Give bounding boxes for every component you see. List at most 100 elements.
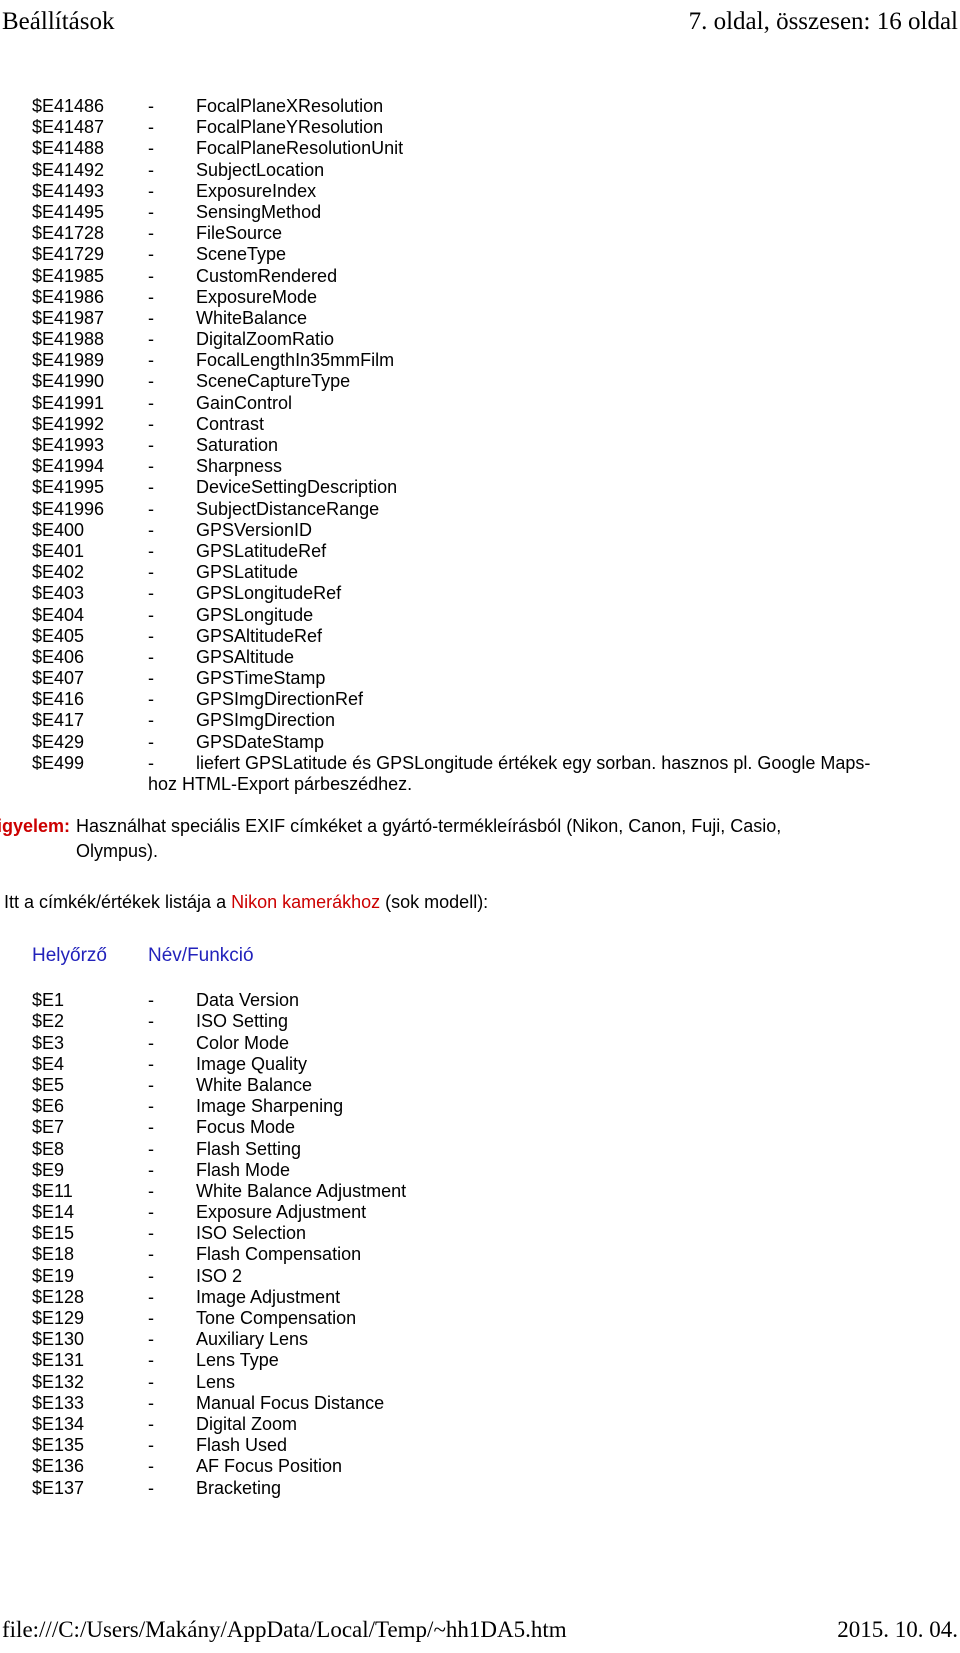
tag-code: $E41495 (32, 201, 105, 222)
tag-code: $E41985 (32, 265, 105, 286)
tag-row: $E3 - Color Mode (0, 1033, 960, 1054)
nikon-tag-list: $E1 - Data Version $E2 - ISO Setting $E3 - Color… (0, 990, 960, 1499)
tag-code: $E132 (32, 1371, 85, 1392)
tag-row: $E134 - Digital Zoom (0, 1414, 960, 1435)
tag-name: Sharpness (196, 456, 283, 477)
tag-separator: - (148, 604, 154, 625)
tag-row: $E400 - GPSVersionID (0, 520, 960, 541)
tag-code: $E131 (32, 1350, 85, 1371)
tag-row: $E7 - Focus Mode (0, 1117, 960, 1138)
tag-name: GPSImgDirectionRef (196, 689, 364, 710)
tag-name: GPSTimeStamp (196, 668, 326, 689)
tag-separator: - (148, 413, 154, 434)
tag-separator: - (148, 371, 154, 392)
tag-name: GPSLatitude (196, 562, 299, 583)
tag-name: FocalPlaneResolutionUnit (196, 138, 404, 159)
tag-name: Manual Focus Distance (196, 1392, 385, 1413)
tag-name: GPSAltitudeRef (196, 625, 323, 646)
tag-row: $E129 - Tone Compensation (0, 1308, 960, 1329)
tag-separator: - (148, 562, 154, 583)
tag-separator: - (148, 329, 154, 350)
tag-separator: - (148, 1202, 154, 1223)
tag-code: $E128 (32, 1286, 85, 1307)
tag-code: $E41996 (32, 498, 105, 519)
tag-code: $E499 (32, 752, 85, 773)
column-header-name-function: Név/Funkció (148, 945, 254, 967)
tag-code: $E407 (32, 668, 85, 689)
tag-separator: - (148, 265, 154, 286)
tag-row: $E41986 - ExposureMode (0, 287, 960, 308)
tag-name: Saturation (196, 435, 279, 455)
tag-row: $E499 - liefert GPSLatitude és GPSLongitud… (0, 753, 960, 774)
tag-row: $E18 - Flash Compensation (0, 1244, 960, 1265)
document-title: Beállítások (2, 8, 115, 35)
tag-name: Flash Mode (196, 1159, 291, 1180)
page-number-indicator: 7. oldal, összesen: 16 oldal (688, 8, 958, 35)
tag-row: $E401 - GPSLatitudeRef (0, 541, 960, 562)
tag-separator: - (148, 307, 154, 328)
tag-name: ExposureMode (196, 286, 318, 307)
tag-row: $E406 - GPSAltitude (0, 647, 960, 668)
tag-separator: - (148, 1371, 154, 1392)
tag-separator: - (148, 1032, 154, 1053)
tag-code: $E137 (32, 1477, 85, 1498)
tag-separator: - (148, 1223, 154, 1244)
tag-row: $E41487 - FocalPlaneYResolution (0, 117, 960, 138)
tag-row: $E407 - GPSTimeStamp (0, 668, 960, 689)
nikon-intro-text: Itt a címkék/értékek listája a Nikon kam… (4, 890, 488, 914)
tag-row: $E132 - Lens (0, 1372, 960, 1393)
tag-code: $E41995 (32, 477, 105, 498)
tag-row: $E429 - GPSDateStamp (0, 732, 960, 753)
tag-row: $E41992 - Contrast (0, 414, 960, 435)
tag-name: CustomRendered (196, 265, 338, 286)
tag-code: $E4 (32, 1053, 65, 1074)
tag-row: $E41493 - ExposureIndex (0, 181, 960, 202)
tag-name: SubjectDistanceRange (196, 498, 380, 519)
tag-name: WhiteBalance (196, 307, 308, 328)
tag-separator: - (148, 117, 154, 138)
tag-separator: - (148, 159, 154, 180)
tag-name: White Balance (196, 1074, 313, 1095)
tag-row: $E41993 - Saturation (0, 435, 960, 456)
tag-name: Image Quality (196, 1053, 308, 1074)
tag-name: GPSLongitude (196, 604, 314, 625)
tag-code: $E400 (32, 519, 85, 540)
tag-separator: - (148, 1180, 154, 1201)
tag-code: $E6 (32, 1096, 65, 1117)
tag-row: $E4 - Image Quality (0, 1054, 960, 1075)
tag-row: $E19 - ISO 2 (0, 1266, 960, 1287)
tag-code: $E1 (32, 990, 65, 1011)
warning-line-1: Figyelem: Használhat speciális EXIF címk… (0, 815, 960, 840)
tag-row: $E131 - Lens Type (0, 1350, 960, 1371)
tag-name: DeviceSettingDescription (196, 477, 398, 498)
tag-name: GPSLatitudeRef (196, 540, 327, 561)
tag-row: $E41996 - SubjectDistanceRange (0, 499, 960, 520)
tag-separator: - (148, 223, 154, 244)
tag-name: Image Sharpening (196, 1096, 344, 1117)
tag-code: $E5 (32, 1074, 65, 1095)
tag-row: $E130 - Auxiliary Lens (0, 1329, 960, 1350)
tag-name: Contrast (196, 413, 265, 434)
tag-code: $E3 (32, 1032, 65, 1053)
tag-code: $E41486 (32, 96, 105, 116)
tag-separator: - (148, 1265, 154, 1286)
tag-row: $E41989 - FocalLengthIn35mmFilm (0, 350, 960, 371)
tag-name: Digital Zoom (196, 1413, 298, 1434)
tag-row: $E128 - Image Adjustment (0, 1287, 960, 1308)
warning-label: Figyelem: (0, 816, 71, 837)
tag-row: $E136 - AF Focus Position (0, 1456, 960, 1477)
tag-code: $E130 (32, 1329, 85, 1350)
tag-code: $E135 (32, 1435, 85, 1456)
tag-row: $E41488 - FocalPlaneResolutionUnit (0, 138, 960, 159)
document-body: $E41486 - FocalPlaneXResolution $E41487 - Foc… (0, 96, 960, 1499)
tag-separator: - (148, 392, 154, 413)
tag-separator: - (148, 1138, 154, 1159)
tag-separator: - (148, 96, 154, 116)
tag-code: $E14 (32, 1202, 75, 1223)
tag-name: FocalPlaneXResolution (196, 96, 384, 116)
tag-name: Color Mode (196, 1032, 290, 1053)
tag-separator: - (148, 1477, 154, 1498)
tag-row: $E2 - ISO Setting (0, 1011, 960, 1032)
tag-separator: - (148, 435, 154, 455)
tag-code: $E129 (32, 1308, 85, 1328)
